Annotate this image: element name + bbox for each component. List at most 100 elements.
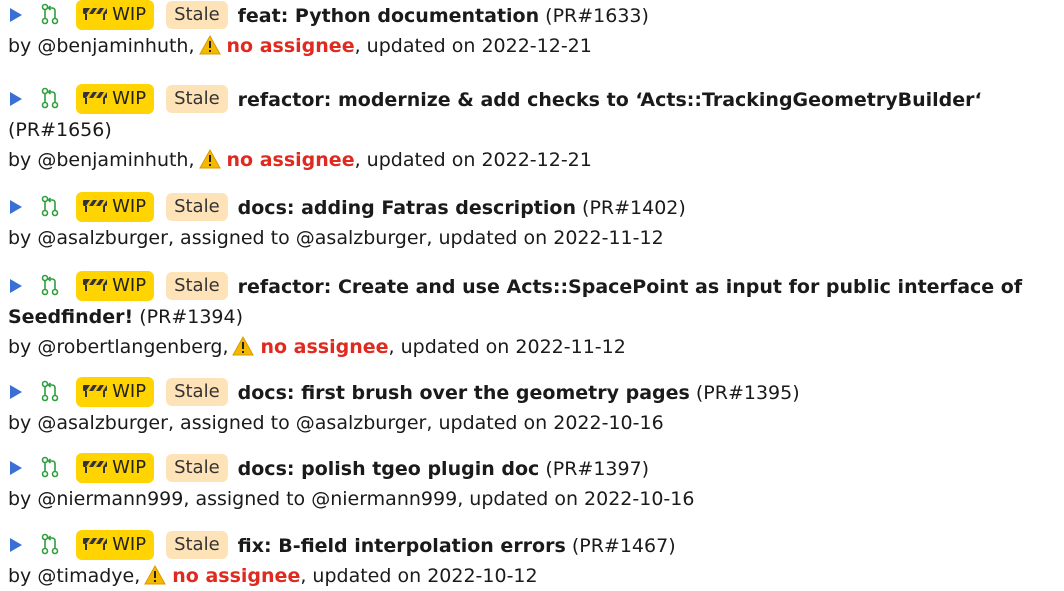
triangle-right-icon[interactable] [10, 460, 22, 475]
construction-icon [83, 384, 108, 397]
stale-badge[interactable]: Stale [166, 192, 228, 221]
pr-item: WIP Stale docs: polish tgeo plugin doc (PR… [0, 452, 1064, 514]
no-assignee-text: no assignee [260, 336, 389, 358]
pr-number[interactable]: (PR#1397) [545, 458, 649, 480]
updated-label: updated on [438, 227, 548, 249]
pr-meta-line: by @niermann999, assigned to @niermann99… [8, 488, 695, 510]
author-link[interactable]: @robertlangenberg [37, 336, 222, 358]
pr-header-line: WIP Stale feat: Python documentation (PR#1… [0, 0, 1064, 31]
no-assignee-text: no assignee [226, 149, 355, 171]
by-label: by [8, 488, 32, 510]
pr-title[interactable]: docs: polish tgeo plugin doc [238, 458, 540, 480]
pr-title[interactable]: feat: Python documentation [238, 5, 539, 27]
wip-badge[interactable]: WIP [76, 452, 155, 483]
stale-badge[interactable]: Stale [166, 84, 228, 113]
no-assignee-text: no assignee [172, 565, 301, 587]
stale-badge[interactable]: Stale [166, 530, 228, 559]
wip-badge[interactable]: WIP [76, 376, 155, 407]
wip-badge[interactable]: WIP [76, 83, 155, 114]
author-link[interactable]: @niermann999 [37, 488, 183, 510]
warning-icon [232, 335, 255, 355]
triangle-right-icon[interactable] [10, 537, 22, 552]
construction-icon [83, 460, 108, 473]
updated-date: 2022-12-21 [481, 35, 592, 57]
pull-request-icon [41, 456, 59, 477]
wip-label: WIP [112, 87, 147, 109]
no-assignee-text: no assignee [226, 35, 355, 57]
pr-title[interactable]: fix: B-field interpolation errors [238, 535, 566, 557]
pr-item: WIP Stale fix: B-field interpolation error… [0, 529, 1064, 591]
updated-label: updated on [438, 412, 548, 434]
warning-icon [144, 564, 167, 584]
author-link[interactable]: @benjaminhuth [37, 35, 188, 57]
pr-title-continued[interactable]: Seedfinder! [8, 306, 133, 328]
pr-number[interactable]: (PR#1467) [572, 535, 676, 557]
pr-number[interactable]: (PR#1402) [582, 197, 686, 219]
pr-title[interactable]: refactor: Create and use Acts::SpacePoin… [238, 276, 1022, 298]
by-label: by [8, 565, 32, 587]
pr-meta-line: by @benjaminhuth, no assignee, updated on… [8, 34, 592, 57]
pr-number[interactable]: (PR#1394) [139, 306, 243, 328]
pr-header-line: WIP Stale docs: adding Fatras description … [0, 191, 1064, 223]
assignee-link[interactable]: @asalzburger [296, 227, 427, 249]
author-link[interactable]: @asalzburger [37, 227, 168, 249]
pr-number[interactable]: (PR#1656) [8, 119, 112, 141]
author-link[interactable]: @timadye [37, 565, 134, 587]
triangle-right-icon[interactable] [10, 91, 22, 106]
stale-badge[interactable]: Stale [166, 453, 228, 482]
pr-title-wrap-line: Seedfinder! (PR#1394) [0, 302, 1064, 332]
pr-number[interactable]: (PR#1633) [545, 5, 649, 27]
pull-request-icon [41, 274, 59, 295]
construction-icon [83, 91, 108, 104]
wip-label: WIP [112, 3, 147, 25]
wip-badge[interactable]: WIP [76, 529, 155, 560]
pr-header-line: WIP Stale fix: B-field interpolation error… [0, 529, 1064, 561]
updated-label: updated on [366, 149, 476, 171]
pr-meta-line: by @timadye, no assignee, updated on 2022… [8, 564, 538, 587]
triangle-right-icon[interactable] [10, 384, 22, 399]
pr-item: WIP Stale docs: adding Fatras description … [0, 191, 1064, 253]
pr-meta-line: by @robertlangenberg, no assignee, update… [8, 335, 626, 358]
wip-badge[interactable]: WIP [76, 191, 155, 222]
pr-header-line: WIP Stale docs: first brush over the geome… [0, 376, 1064, 408]
stale-badge[interactable]: Stale [166, 271, 228, 300]
assignee-link[interactable]: @niermann999 [311, 488, 457, 510]
author-link[interactable]: @asalzburger [37, 412, 168, 434]
by-label: by [8, 35, 32, 57]
updated-label: updated on [400, 336, 510, 358]
construction-icon [83, 537, 108, 550]
warning-icon [198, 34, 221, 54]
pr-title[interactable]: refactor: modernize & add checks to ‘Act… [238, 89, 982, 111]
construction-icon [83, 199, 108, 212]
pr-title[interactable]: docs: first brush over the geometry page… [238, 382, 690, 404]
wip-badge[interactable]: WIP [76, 0, 155, 30]
updated-date: 2022-10-16 [584, 488, 695, 510]
updated-date: 2022-11-12 [553, 227, 664, 249]
pr-item: WIP Stale refactor: Create and use Acts::S… [0, 270, 1064, 362]
pr-title[interactable]: docs: adding Fatras description [238, 197, 576, 219]
pull-request-icon [41, 533, 59, 554]
by-label: by [8, 336, 32, 358]
wip-label: WIP [112, 195, 147, 217]
stale-badge[interactable]: Stale [166, 0, 228, 29]
updated-date: 2022-10-12 [427, 565, 538, 587]
triangle-right-icon[interactable] [10, 199, 22, 214]
construction-icon [83, 7, 108, 20]
updated-label: updated on [469, 488, 578, 510]
pr-item: WIP Stale feat: Python documentation (PR#1… [0, 0, 1064, 61]
pr-header-line: WIP Stale refactor: modernize & add checks… [0, 83, 1064, 115]
triangle-right-icon[interactable] [10, 7, 22, 22]
triangle-right-icon[interactable] [10, 278, 22, 293]
wip-badge[interactable]: WIP [76, 270, 155, 301]
wip-label: WIP [112, 274, 147, 296]
pr-number[interactable]: (PR#1395) [696, 382, 800, 404]
by-label: by [8, 227, 32, 249]
stale-badge[interactable]: Stale [166, 377, 228, 406]
assigned-label: assigned to [180, 227, 290, 249]
author-link[interactable]: @benjaminhuth [37, 149, 188, 171]
assigned-label: assigned to [180, 412, 290, 434]
updated-label: updated on [312, 565, 422, 587]
pr-meta-line: by @benjaminhuth, no assignee, updated on… [8, 148, 592, 171]
assignee-link[interactable]: @asalzburger [296, 412, 427, 434]
pr-header-line: WIP Stale refactor: Create and use Acts::S… [0, 270, 1064, 302]
